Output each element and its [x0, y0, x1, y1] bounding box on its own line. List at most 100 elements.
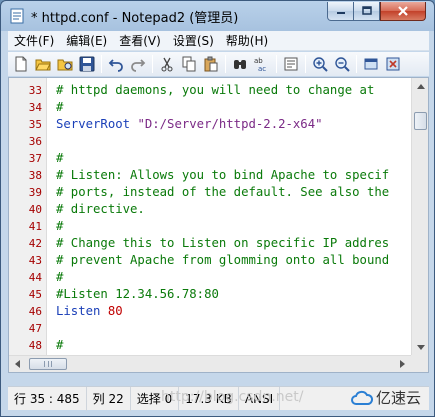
settings-button[interactable] — [360, 53, 382, 75]
code-line[interactable]: # Listen: Allows you to bind Apache to s… — [56, 167, 389, 184]
menu-file[interactable]: 文件(F) — [8, 31, 60, 51]
find-icon — [234, 60, 246, 69]
vertical-scroll-thumb[interactable] — [414, 112, 427, 130]
code-line[interactable]: # ports, instead of the default. See als… — [56, 184, 389, 201]
arrow-right-icon — [400, 360, 405, 368]
notepad2-app-icon — [10, 8, 24, 24]
scroll-right-button[interactable] — [395, 356, 411, 372]
code-line[interactable]: # — [56, 150, 63, 167]
redo-button[interactable] — [127, 53, 149, 75]
code-line[interactable]: # — [56, 269, 63, 286]
line-number: 33 — [28, 84, 42, 97]
arrow-up-icon — [416, 84, 425, 89]
find-button[interactable] — [229, 53, 251, 75]
code-token-comment: # prevent Apache from glomming onto all … — [56, 253, 390, 267]
close-button[interactable] — [380, 2, 426, 21]
line-number: 44 — [28, 271, 42, 284]
code-line[interactable]: Listen 80 — [56, 303, 123, 320]
menu-settings[interactable]: 设置(S) — [167, 31, 220, 51]
new-file-button[interactable] — [10, 53, 32, 75]
code-line[interactable]: # Change this to Listen on specific IP a… — [56, 235, 389, 252]
line-number: 38 — [28, 169, 42, 182]
code-token-key: ServerRoot — [56, 117, 138, 131]
code-line[interactable]: # — [56, 337, 63, 354]
arrow-down-icon — [416, 345, 425, 350]
text-editor[interactable]: 3334353637383940414243444546474849 # htt… — [8, 77, 429, 373]
maximize-button[interactable] — [353, 2, 380, 21]
copy-button[interactable] — [178, 53, 200, 75]
menu-help[interactable]: 帮助(H) — [220, 31, 274, 51]
toolbar-separator — [305, 55, 306, 73]
exit-icon — [386, 57, 400, 71]
line-number: 36 — [28, 135, 42, 148]
code-token-comment: # httpd daemons, you will need to change… — [56, 83, 382, 97]
title-bar[interactable]: * httpd.conf - Notepad2 (管理员) — [1, 1, 434, 30]
line-number: 39 — [28, 186, 42, 199]
toolbar-separator — [276, 55, 277, 73]
browse-icon — [57, 59, 73, 71]
zoom-out-icon — [335, 57, 350, 72]
word-wrap-button[interactable] — [280, 53, 302, 75]
yisuyun-logo: 亿速云 — [351, 387, 421, 408]
code-area[interactable]: # httpd daemons, you will need to change… — [56, 78, 411, 372]
open-button[interactable] — [32, 53, 54, 75]
browse-button[interactable] — [54, 53, 76, 75]
menu-edit[interactable]: 编辑(E) — [60, 31, 113, 51]
toolbar-separator — [356, 55, 357, 73]
cut-icon — [161, 57, 173, 72]
code-token-comment: # — [56, 151, 64, 165]
code-line[interactable]: # directive. — [56, 201, 145, 218]
line-number: 37 — [28, 152, 42, 165]
code-token-comment: # — [56, 270, 64, 284]
horizontal-scrollbar[interactable] — [9, 355, 411, 372]
cloud-logo-icon — [351, 390, 373, 405]
code-line[interactable]: #Listen 12.34.56.78:80 — [56, 286, 219, 303]
exit-button[interactable] — [382, 53, 404, 75]
zoom-in-button[interactable] — [309, 53, 331, 75]
line-number: 46 — [28, 305, 42, 318]
svg-text:ac: ac — [258, 65, 266, 72]
code-token-comment: # — [56, 100, 64, 114]
word-wrap-icon — [284, 57, 298, 71]
replace-button[interactable]: ab ac — [251, 53, 273, 75]
minimize-button[interactable] — [327, 2, 354, 21]
horizontal-scroll-thumb[interactable] — [29, 358, 67, 370]
save-button[interactable] — [76, 53, 98, 75]
watermark-text: http://blog.csdn.net/ — [161, 389, 304, 405]
settings-icon — [364, 58, 378, 70]
line-number: 40 — [28, 203, 42, 216]
zoom-out-button[interactable] — [331, 53, 353, 75]
save-icon — [79, 56, 95, 72]
menu-bar: 文件(F) 编辑(E) 查看(V) 设置(S) 帮助(H) — [8, 31, 429, 51]
scroll-up-button[interactable] — [413, 78, 428, 94]
toolbar-separator — [152, 55, 153, 73]
paste-button[interactable] — [200, 53, 222, 75]
code-line[interactable]: # — [56, 99, 63, 116]
code-token-comment: # Change this to Listen on specific IP a… — [56, 236, 390, 250]
cut-button[interactable] — [156, 53, 178, 75]
line-number: 41 — [28, 220, 42, 233]
menu-view[interactable]: 查看(V) — [113, 31, 167, 51]
code-line[interactable]: # prevent Apache from glomming onto all … — [56, 252, 389, 269]
undo-icon — [108, 59, 123, 72]
window-title: * httpd.conf - Notepad2 (管理员) — [31, 11, 239, 26]
line-number: 34 — [28, 101, 42, 114]
line-number: 42 — [28, 237, 42, 250]
vertical-scrollbar[interactable] — [411, 78, 428, 356]
scroll-down-button[interactable] — [413, 340, 428, 356]
code-token-comment: # ports, instead of the default. See als… — [56, 185, 390, 199]
status-position: 行 35 : 485 — [8, 386, 87, 411]
scroll-left-button[interactable] — [9, 356, 25, 372]
logo-text: 亿速云 — [376, 389, 422, 407]
code-line[interactable]: ServerRoot "D:/Server/httpd-2.2-x64" — [56, 116, 323, 133]
grip-icon — [44, 361, 52, 367]
arrow-left-icon — [15, 360, 20, 368]
copy-icon — [182, 56, 196, 72]
line-number: 45 — [28, 288, 42, 301]
undo-button[interactable] — [105, 53, 127, 75]
code-line[interactable]: # httpd daemons, you will need to change… — [56, 82, 382, 99]
code-token-comment: # — [56, 338, 64, 352]
code-token-str: "D:/Server/httpd-2.2-x64" — [137, 117, 323, 131]
code-token-comment: # Listen: Allows you to bind Apache to s… — [56, 168, 390, 182]
code-line[interactable]: # — [56, 218, 63, 235]
